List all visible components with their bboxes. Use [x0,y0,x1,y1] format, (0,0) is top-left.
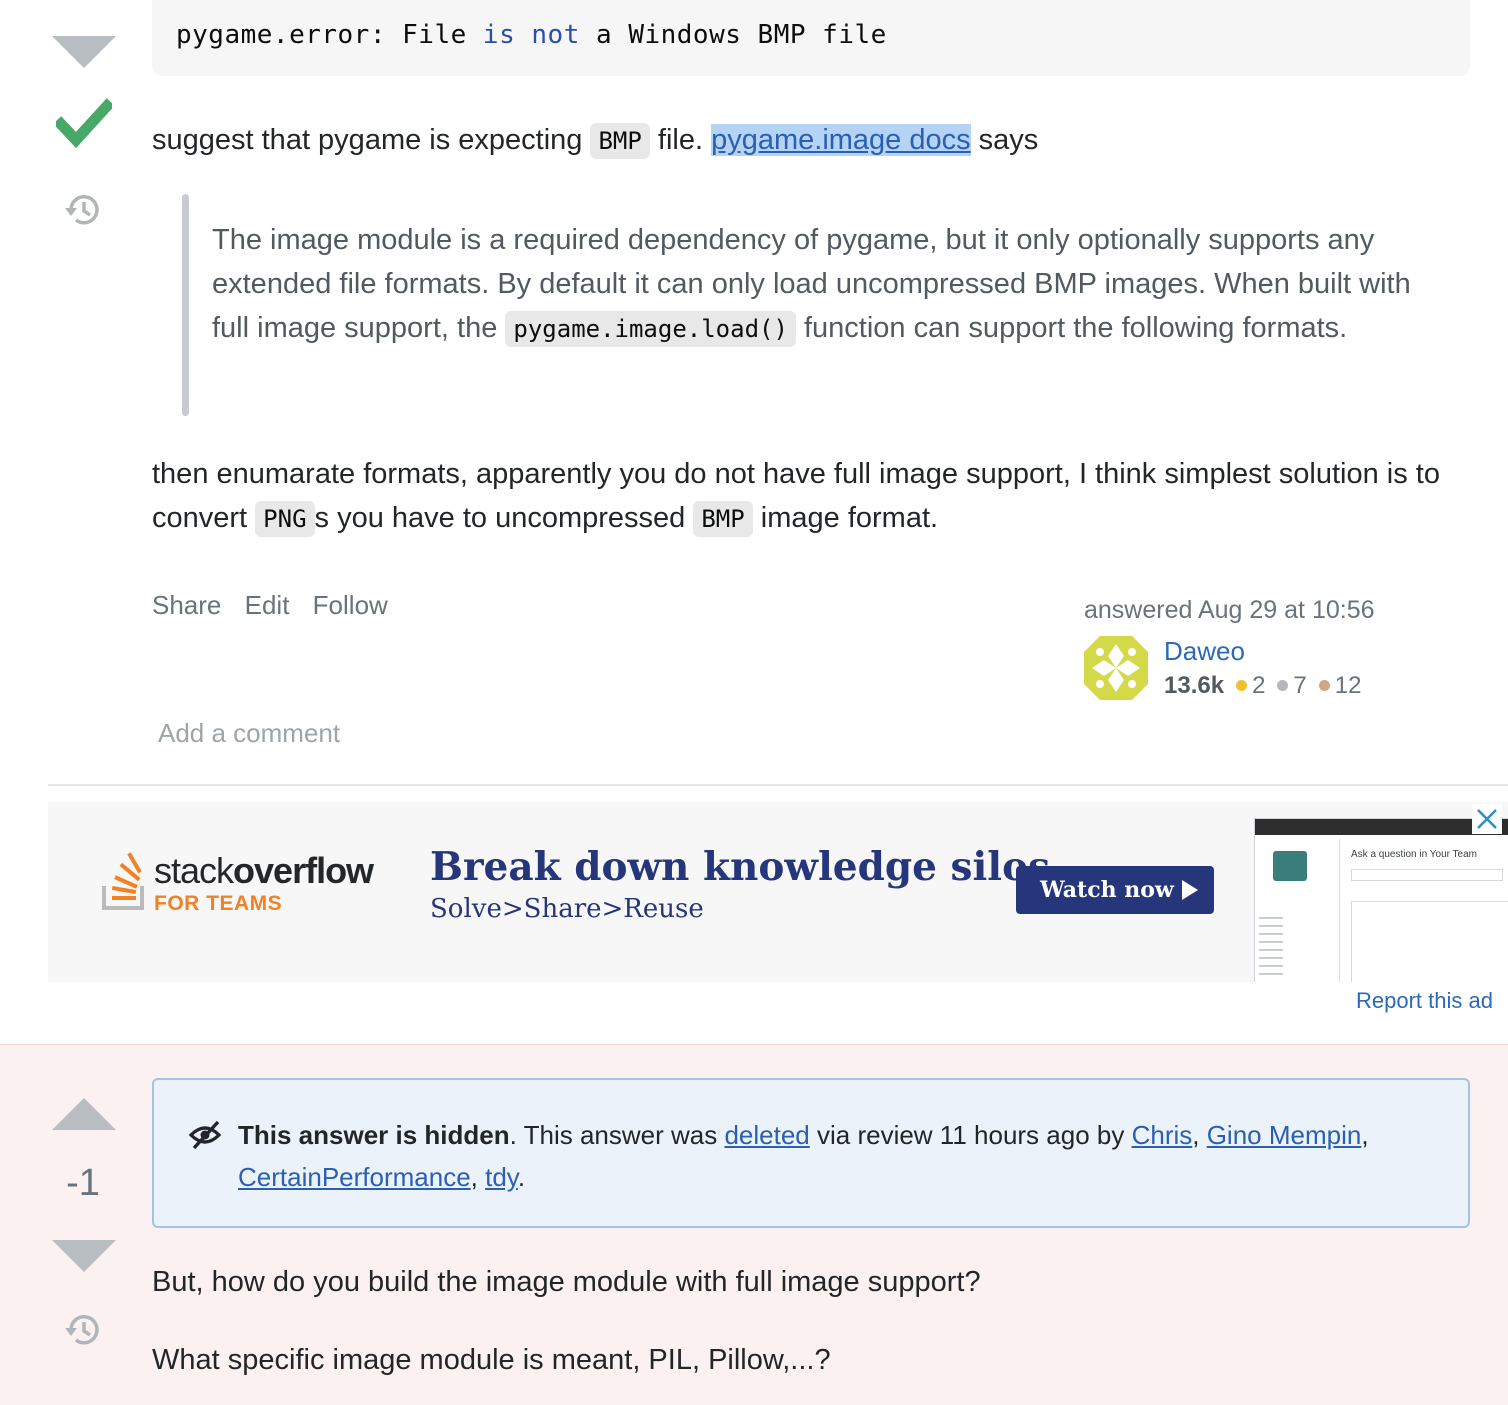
bronze-badge-icon [1318,680,1330,691]
inline-code: PNG [255,501,315,537]
history-icon[interactable] [64,1310,104,1350]
report-ad-link[interactable]: Report this ad [1356,988,1493,1014]
ad-title: Break down knowledge silos [430,844,1051,890]
silver-badge-icon [1277,680,1289,691]
ad-brand-bold: overflow [233,850,374,891]
reviewer-link[interactable]: CertainPerformance [238,1162,471,1192]
eye-slash-icon [188,1120,222,1150]
inline-code: BMP [590,123,650,159]
watch-now-label: Watch now [1040,877,1174,903]
thumb-input [1351,869,1503,881]
paragraph-text: says [970,124,1039,156]
upvote-arrow-icon[interactable] [50,1096,118,1132]
code-keyword: is [482,20,516,50]
avatar[interactable] [1084,636,1148,700]
close-icon [1477,809,1497,829]
reputation-score: 13.6k [1164,672,1225,699]
user-reputation: 13.6k 2 7 12 [1164,672,1361,700]
reviewer-link[interactable]: Gino Mempin [1207,1120,1362,1150]
notice-body: . This answer was [509,1120,725,1150]
stackoverflow-logo-icon [102,852,144,910]
notice-heading: This answer is hidden [238,1120,510,1150]
thumb-team-icon [1273,851,1307,881]
vote-count: -1 [66,1162,100,1204]
paragraph-text: image format. [752,502,939,534]
user-name-link[interactable]: Daweo [1164,636,1245,667]
code-text: pygame.error: File [176,20,483,50]
downvote-arrow-icon[interactable] [50,1238,118,1274]
ad-brand-sub: FOR TEAMS [154,892,283,915]
thumb-divider [1339,839,1340,982]
inline-code: pygame.image.load() [505,311,796,347]
downvote-arrow-icon[interactable] [50,34,118,70]
reviewer-link[interactable]: Chris [1132,1120,1193,1150]
paragraph-text: s you have to uncompressed [314,502,694,534]
add-comment-link[interactable]: Add a comment [158,718,340,749]
code-keyword: not [531,20,580,50]
paragraph-text: suggest that pygame is expecting [152,124,591,156]
gold-badge-icon [1236,680,1248,691]
answered-timestamp: answered Aug 29 at 10:56 [1084,596,1375,624]
code-text: a Windows BMP file [579,20,887,50]
identicon-image [1084,636,1148,700]
close-ad-button[interactable] [1472,804,1502,834]
history-icon[interactable] [64,190,104,230]
thumb-sidebar [1259,911,1283,981]
ad-screenshot-thumbnail: Ask a question in Your Team [1254,818,1508,982]
advertisement[interactable]: stackoverflow FOR TEAMS Break down knowl… [48,802,1508,982]
gold-badge-count: 2 [1252,672,1266,699]
thumb-topbar [1255,819,1508,835]
ad-brand-light: stack [154,850,234,891]
paragraph-text: file. [649,124,712,156]
notice-text: This answer is hidden. This answer was d… [238,1114,1448,1198]
thumb-title: Ask a question in Your Team [1351,849,1478,860]
separator: , [1361,1120,1369,1150]
hidden-answer-notice: This answer is hidden. This answer was d… [152,1078,1470,1228]
edit-link[interactable]: Edit [245,590,290,620]
answer-paragraph: suggest that pygame is expecting BMP fil… [152,118,1038,163]
bronze-badge-count: 12 [1334,672,1362,699]
notice-end: . [517,1162,526,1192]
ad-brand: stackoverflow [154,850,374,892]
follow-link[interactable]: Follow [313,590,388,620]
watch-now-button[interactable]: Watch now [1016,866,1214,914]
silver-badge-count: 7 [1293,672,1307,699]
separator: , [1192,1120,1207,1150]
notice-body: via review 11 hours ago by [809,1120,1132,1150]
deleted-link[interactable]: deleted [724,1120,809,1150]
deleted-answer-text: But, how do you build the image module w… [152,1266,981,1298]
pygame-image-docs-link[interactable]: pygame.image docs [711,124,971,156]
user-card: answered Aug 29 at 10:56 Daweo 13.6k 2 7 12 [1084,596,1375,700]
checkmark-icon [56,98,112,149]
post-menu: Share Edit Follow [152,590,404,621]
inline-code: BMP [693,501,753,537]
blockquote: The image module is a required dependenc… [212,218,1442,351]
quote-text: function can support the following forma… [795,312,1348,344]
play-icon [1182,880,1198,900]
share-link[interactable]: Share [152,590,221,620]
answer-paragraph: then enumarate formats, apparently you d… [152,452,1472,541]
deleted-answer-text: What specific image module is meant, PIL… [152,1344,831,1376]
reviewer-link[interactable]: tdy [485,1162,518,1192]
ad-subtitle: Solve>Share>Reuse [430,894,704,924]
blockquote-bar [182,194,189,416]
separator: , [470,1162,486,1192]
code-block: pygame.error: File is not a Windows BMP … [152,0,1470,76]
thumb-editor [1351,901,1508,982]
divider [48,784,1508,786]
